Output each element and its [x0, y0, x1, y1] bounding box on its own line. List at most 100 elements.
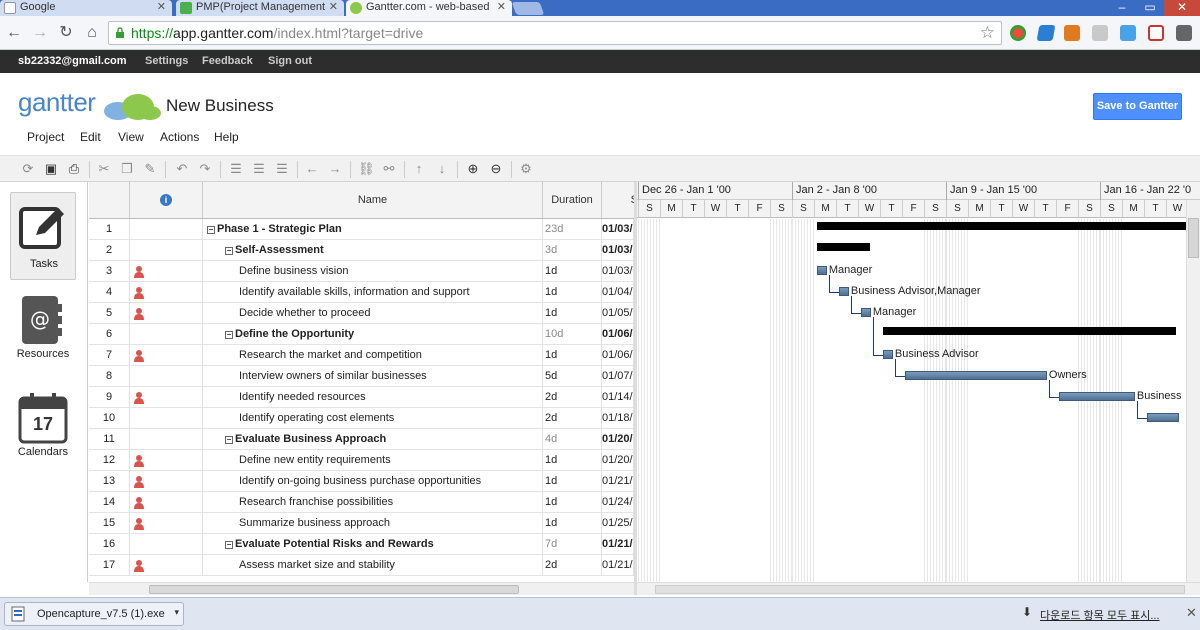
menu-actions[interactable]: Actions: [160, 130, 199, 144]
collapse-toggle-icon[interactable]: −: [225, 541, 233, 549]
duration-cell[interactable]: 2d: [543, 387, 602, 408]
task-bar[interactable]: [1059, 392, 1135, 401]
task-name-cell[interactable]: Identify needed resources: [203, 387, 543, 408]
task-name-cell[interactable]: Summarize business approach: [203, 513, 543, 534]
table-row[interactable]: 15 Summarize business approach 1d01/25/2: [89, 513, 634, 534]
close-icon[interactable]: ✕: [1186, 605, 1197, 621]
move-down-icon[interactable]: ↓: [434, 161, 450, 177]
scrollbar-thumb[interactable]: [149, 585, 519, 594]
settings-icon[interactable]: ⚙: [518, 161, 534, 177]
bookmark-star-icon[interactable]: ☆: [980, 23, 995, 43]
duration-cell[interactable]: 1d: [543, 303, 602, 324]
table-row[interactable]: 17 Assess market size and stability 2d 01/2…: [89, 555, 634, 576]
task-name-cell[interactable]: Research the market and competition: [203, 345, 543, 366]
insert-summary-icon[interactable]: ☰: [251, 161, 267, 177]
start-cell[interactable]: 01/18/2: [602, 408, 634, 429]
extension-icon[interactable]: [1010, 25, 1026, 41]
start-cell[interactable]: 01/21/2: [602, 534, 634, 555]
start-cell[interactable]: 01/14/2: [602, 387, 634, 408]
task-bar[interactable]: [1147, 413, 1179, 422]
extension-icon[interactable]: [1120, 25, 1136, 41]
table-row[interactable]: 4 Identify available skills, information …: [89, 282, 634, 303]
insert-task-icon[interactable]: ☰: [228, 161, 244, 177]
table-row[interactable]: 3 Define business vision 1d01/03/2: [89, 261, 634, 282]
task-bar[interactable]: [905, 371, 1047, 380]
extension-icon[interactable]: [1036, 25, 1056, 41]
duration-cell[interactable]: 5d: [543, 366, 602, 387]
print-icon[interactable]: ⎙: [66, 161, 82, 177]
maximize-icon[interactable]: ▭: [1136, 0, 1164, 16]
outdent-icon[interactable]: ←: [304, 161, 320, 177]
table-row[interactable]: 10 Identify operating cost elements 2d 01/1…: [89, 408, 634, 429]
home-icon[interactable]: ⌂: [82, 23, 102, 43]
collapse-toggle-icon[interactable]: −: [207, 226, 215, 234]
task-name-cell[interactable]: Decide whether to proceed: [203, 303, 543, 324]
table-row[interactable]: 6−Define the Opportunity10d01/06/2: [89, 324, 634, 345]
address-bar[interactable]: https://app.gantter.com/index.html?targe…: [108, 21, 1002, 45]
indent-icon[interactable]: →: [327, 161, 343, 177]
task-name-cell[interactable]: Identify on-going business purchase oppo…: [203, 471, 543, 492]
task-name-cell[interactable]: − Evaluate Business Approach: [203, 429, 543, 450]
puzzle-extension-icon[interactable]: [1064, 25, 1080, 41]
table-row[interactable]: 5 Decide whether to proceed 1d01/05/2: [89, 303, 634, 324]
settings-link[interactable]: Settings: [145, 55, 188, 67]
cut-icon[interactable]: ✂: [96, 161, 112, 177]
start-cell[interactable]: 01/20/2: [602, 429, 634, 450]
account-email[interactable]: sb22332@gmail.com: [18, 55, 127, 67]
gantt-horizontal-scrollbar[interactable]: [637, 582, 1200, 595]
grid-header-info[interactable]: i: [130, 182, 203, 219]
collapse-toggle-icon[interactable]: −: [225, 247, 233, 255]
menu-edit[interactable]: Edit: [80, 130, 101, 144]
start-cell[interactable]: 01/05/2: [602, 303, 634, 324]
table-row[interactable]: 13 Identify on-going business purchase op…: [89, 471, 634, 492]
sidebar-item-tasks[interactable]: Tasks: [10, 192, 76, 280]
duration-cell[interactable]: 10d: [543, 324, 602, 345]
back-icon[interactable]: ←: [4, 23, 24, 43]
task-name-cell[interactable]: − Define the Opportunity: [203, 324, 543, 345]
table-row[interactable]: 16− Evaluate Potential Risks and Rewards 7…: [89, 534, 634, 555]
duration-cell[interactable]: 4d: [543, 429, 602, 450]
task-name-cell[interactable]: Define new entity requirements: [203, 450, 543, 471]
start-cell[interactable]: 01/25/2: [602, 513, 634, 534]
task-name-cell[interactable]: Interview owners of similar businesses: [203, 366, 543, 387]
duration-cell[interactable]: 3d: [543, 240, 602, 261]
collapse-toggle-icon[interactable]: −: [225, 331, 233, 339]
feedback-link[interactable]: Feedback: [202, 55, 253, 67]
move-up-icon[interactable]: ↑: [411, 161, 427, 177]
reload-icon[interactable]: ↻: [56, 23, 76, 43]
duration-cell[interactable]: 1d: [543, 261, 602, 282]
forward-icon[interactable]: →: [30, 23, 50, 43]
save-icon[interactable]: ▣: [43, 161, 59, 177]
start-cell[interactable]: 01/03/2: [602, 219, 634, 240]
close-tab-icon[interactable]: ✕: [329, 0, 338, 15]
duration-cell[interactable]: 1d: [543, 492, 602, 513]
close-tab-icon[interactable]: ✕: [157, 0, 166, 15]
duration-cell[interactable]: 2d: [543, 555, 602, 576]
duration-cell[interactable]: 1d: [543, 471, 602, 492]
table-row[interactable]: 14 Research franchise possibilities 1d 01/2…: [89, 492, 634, 513]
collapse-toggle-icon[interactable]: −: [225, 436, 233, 444]
scrollbar-thumb[interactable]: [1188, 218, 1199, 258]
task-bar[interactable]: [839, 287, 849, 296]
start-cell[interactable]: 01/04/2: [602, 282, 634, 303]
extension-icon[interactable]: [1092, 25, 1108, 41]
start-cell[interactable]: 01/03/2: [602, 261, 634, 282]
duration-cell[interactable]: 7d: [543, 534, 602, 555]
browser-tab-pmp[interactable]: PMP(Project Management ✕: [176, 0, 344, 16]
copy-icon[interactable]: ❐: [119, 161, 135, 177]
table-row[interactable]: 12 Define new entity requirements 1d 01/20/…: [89, 450, 634, 471]
table-row[interactable]: 8 Interview owners of similar businesses 5…: [89, 366, 634, 387]
menu-view[interactable]: View: [118, 130, 144, 144]
start-cell[interactable]: 01/24/2: [602, 492, 634, 513]
browser-tab-google[interactable]: Google ✕: [0, 0, 172, 16]
close-tab-icon[interactable]: ✕: [497, 0, 506, 15]
menu-help[interactable]: Help: [214, 130, 239, 144]
new-tab-button[interactable]: [511, 2, 545, 15]
download-item[interactable]: Opencapture_v7.5 (1).exe ▾: [4, 602, 184, 626]
grid-header-name[interactable]: Name: [203, 182, 543, 219]
window-close-icon[interactable]: ✕: [1164, 0, 1200, 16]
task-bar[interactable]: [817, 266, 827, 275]
redo-icon[interactable]: ↷: [197, 161, 213, 177]
start-cell[interactable]: 01/06/2: [602, 345, 634, 366]
sidebar-item-resources[interactable]: @ Resources: [10, 288, 76, 376]
